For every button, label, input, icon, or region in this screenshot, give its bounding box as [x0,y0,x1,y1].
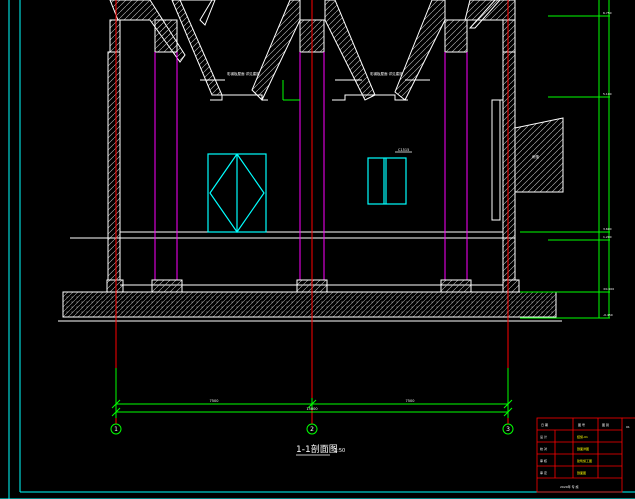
title-block-sheet: 01 [626,425,630,429]
title-block-header-0: 日 期 [541,422,548,427]
canopy-tag: 雨篷 [532,154,540,159]
title-block-header-1: 图 号 [578,422,585,427]
drawing-scale: 1:50 [334,448,345,454]
title-block-role-0: 设 计 [540,434,547,439]
canopy [514,117,564,193]
axis-lines [115,0,509,424]
title-block-footer: 2020年 专 施 [560,484,579,489]
dim-total: 15000 [306,407,317,411]
elevation-5: -0.450 [603,313,613,317]
axis-label-2: 2 [310,426,314,433]
axis-label-3: 3 [506,426,510,433]
elevation-3: 1.200 [603,235,612,239]
roof-note-right: 彩钢板屋面 详见建施 [370,71,403,76]
title-block-role-3: 审 定 [540,470,547,475]
window-tag: C1515 [398,148,409,152]
door-opening [207,153,267,234]
title-block-header-2: 图 别 [602,422,609,427]
elevation-4: ±0.000 [603,287,614,291]
drawing-title: 1-1剖面图 [296,443,338,455]
dim-span-left: 7500 [210,399,219,403]
columns [154,52,468,280]
title-block [536,417,635,493]
footings [106,279,520,293]
elevation-2: 3.600 [603,227,612,231]
title-block-value-1: 剖面详图 [577,446,589,451]
foundation-slab [58,291,562,322]
section-drawing: 1 2 3 7500 7500 15000 彩钢板屋面 详见建施 彩钢板屋面 详… [0,0,635,499]
roof-note-left: 彩钢板屋面 详见建施 [227,71,260,76]
elevation-0: 6.750 [603,11,612,15]
axis-label-1: 1 [114,426,118,433]
window-opening [367,151,412,205]
interior-lines [70,99,515,286]
title-block-value-2: 建筑施工图 [577,458,592,463]
drawing-title-group: 1-1剖面图 1:50 [296,443,345,456]
title-block-role-2: 审 核 [540,458,547,463]
dim-span-right: 7500 [406,399,415,403]
title-block-value-3: 剖面图 [577,470,586,475]
elevation-1: 5.100 [603,92,612,96]
title-block-role-1: 校 对 [540,446,547,451]
sheet-frame [0,0,635,499]
title-block-value-0: 结施-01 [577,434,588,439]
